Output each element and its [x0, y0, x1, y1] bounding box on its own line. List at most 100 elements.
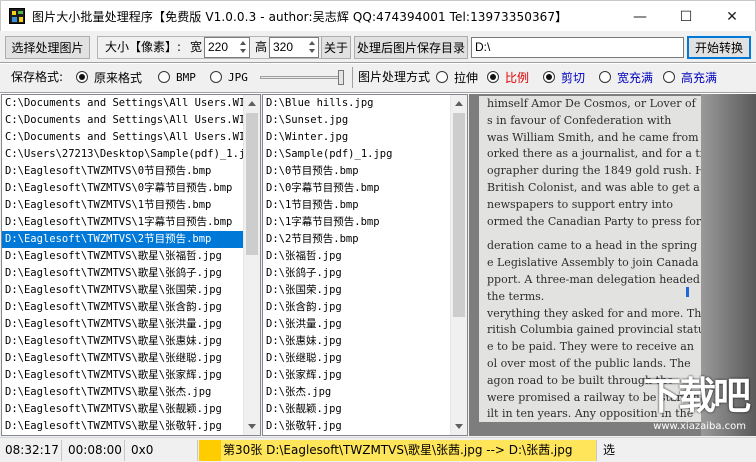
- width-spinner-icon[interactable]: [238, 40, 248, 55]
- list-item[interactable]: D:\Eaglesoft\TWZMTVS\歌星\张杰.jpg: [2, 384, 245, 401]
- list-item[interactable]: D:\张洪量.jpg: [263, 316, 452, 333]
- scroll-down-icon[interactable]: [248, 424, 256, 429]
- watermark-logo: 下载吧 www.xiazaiba.com: [642, 374, 751, 432]
- list-item[interactable]: C:\Documents and Settings\All Users.WINI: [2, 112, 245, 129]
- close-button[interactable]: ✕: [709, 1, 755, 32]
- preview-text-line: was William Smith, and he came from: [487, 130, 699, 144]
- format-bmp-radio[interactable]: BMP: [158, 68, 196, 86]
- list-item[interactable]: D:\2节目预告.bmp: [263, 231, 452, 248]
- list-item[interactable]: D:\Eaglesoft\TWZMTVS\歌星\张福哲.jpg: [2, 248, 245, 265]
- list-item[interactable]: D:\Eaglesoft\TWZMTVS\歌星\张鸽子.jpg: [2, 265, 245, 282]
- scroll-thumb[interactable]: [246, 113, 258, 255]
- list-item[interactable]: D:\张福哲.jpg: [263, 248, 452, 265]
- preview-text-line: pport. A three-man delegation headed off: [487, 272, 709, 286]
- size-label: 大小【像素】:: [105, 40, 182, 54]
- save-directory-button[interactable]: 处理后图片保存目录: [354, 36, 468, 59]
- list-item[interactable]: D:\Eaglesoft\TWZMTVS\歌星\张家辉.jpg: [2, 367, 245, 384]
- list-item[interactable]: D:\1节目预告.bmp: [263, 197, 452, 214]
- list-item[interactable]: C:\Documents and Settings\All Users.WINI: [2, 95, 245, 112]
- radio-unchecked-icon: [158, 71, 170, 83]
- mode-fill-height-radio[interactable]: 高充满: [663, 68, 717, 86]
- list-item[interactable]: D:\Eaglesoft\TWZMTVS\0字幕节目预告.bmp: [2, 180, 245, 197]
- list-item[interactable]: D:\张鸽子.jpg: [263, 265, 452, 282]
- mode-fill-width-radio[interactable]: 宽充满: [599, 68, 653, 86]
- list-item[interactable]: D:\Sample(pdf)_1.jpg: [263, 146, 452, 163]
- height-spinner-icon[interactable]: [307, 40, 317, 55]
- status-duration: 00:08:00: [63, 440, 125, 461]
- start-convert-button[interactable]: 开始转换: [687, 36, 751, 59]
- app-icon: [9, 8, 25, 24]
- list-item[interactable]: C:\Users\27213\Desktop\Sample(pdf)_1.jpg: [2, 146, 245, 163]
- slider-thumb[interactable]: [338, 70, 344, 85]
- scroll-thumb[interactable]: [453, 113, 465, 317]
- list-item[interactable]: D:\1字幕节目预告.bmp: [263, 214, 452, 231]
- list-item[interactable]: D:\张继聪.jpg: [263, 350, 452, 367]
- scroll-down-icon[interactable]: [455, 424, 463, 429]
- maximize-button[interactable]: ☐: [663, 1, 709, 32]
- list-item[interactable]: D:\张国荣.jpg: [263, 282, 452, 299]
- status-extra: 选: [603, 443, 616, 457]
- status-code: 0x0: [126, 440, 198, 461]
- list-item[interactable]: D:\张含韵.jpg: [263, 299, 452, 316]
- list-item[interactable]: D:\张敬轩.jpg: [263, 418, 452, 435]
- preview-text-line: deration came to a head in the spring of: [487, 239, 709, 253]
- list-item[interactable]: D:\Eaglesoft\TWZMTVS\2节目预告.bmp: [2, 231, 245, 248]
- list-item[interactable]: D:\Winter.jpg: [263, 129, 452, 146]
- preview-text-line: verything they asked for and more. The: [487, 306, 708, 320]
- list-item[interactable]: D:\Eaglesoft\TWZMTVS\1字幕节目预告.bmp: [2, 214, 245, 231]
- radio-unchecked-icon: [210, 71, 222, 83]
- radio-checked-icon: [487, 71, 499, 83]
- preview-text-line: e to be paid. They were to receive an: [487, 340, 694, 354]
- status-time: 08:32:17: [0, 440, 62, 461]
- list-item[interactable]: D:\Eaglesoft\TWZMTVS\歌星\张洪量.jpg: [2, 316, 245, 333]
- width-label: 宽: [190, 40, 203, 54]
- list-item[interactable]: D:\张杰.jpg: [263, 384, 452, 401]
- window-title: 图片大小批量处理程序【免费版 V1.0.0.3 - author:吴志辉 QQ:…: [32, 9, 568, 24]
- save-directory-input[interactable]: D:\: [471, 37, 684, 58]
- radio-checked-icon: [76, 71, 88, 83]
- status-progress: 第30张 D:\Eaglesoft\TWZMTVS\歌星\张茜.jpg --> …: [199, 440, 597, 461]
- radio-unchecked-icon: [663, 71, 675, 83]
- list-item[interactable]: D:\Eaglesoft\TWZMTVS\1节目预告.bmp: [2, 197, 245, 214]
- scroll-up-icon[interactable]: [248, 101, 256, 106]
- format-jpg-radio[interactable]: JPG: [210, 68, 248, 86]
- format-original-radio[interactable]: 原来格式: [76, 68, 142, 86]
- about-button[interactable]: 关于: [321, 36, 351, 59]
- scroll-up-icon[interactable]: [455, 101, 463, 106]
- list-item[interactable]: D:\Eaglesoft\TWZMTVS\歌星\张敬轩.jpg: [2, 418, 245, 435]
- progress-indicator: [199, 440, 221, 461]
- source-file-list[interactable]: C:\Documents and Settings\All Users.WINI…: [1, 94, 261, 436]
- list-item[interactable]: D:\Eaglesoft\TWZMTVS\歌星\张惠妹.jpg: [2, 333, 245, 350]
- list-item[interactable]: D:\张靓颖.jpg: [263, 401, 452, 418]
- height-input[interactable]: 320: [269, 37, 319, 58]
- list-item[interactable]: D:\张惠妹.jpg: [263, 333, 452, 350]
- output-file-list[interactable]: D:\Blue hills.jpg D:\Sunset.jpg D:\Winter.…: [262, 94, 468, 436]
- select-images-button[interactable]: 选择处理图片: [5, 36, 90, 59]
- list-item[interactable]: D:\Eaglesoft\TWZMTVS\0节目预告.bmp: [2, 163, 245, 180]
- preview-text-line: s in favour of Confederation with: [487, 113, 672, 127]
- list-item[interactable]: D:\Eaglesoft\TWZMTVS\歌星\张继聪.jpg: [2, 350, 245, 367]
- mode-ratio-radio[interactable]: 比例: [487, 68, 529, 86]
- list-item[interactable]: D:\0字幕节目预告.bmp: [263, 180, 452, 197]
- preview-text-line: orked there as a journalist, and for a t…: [487, 147, 709, 161]
- output-list-scrollbar[interactable]: [450, 95, 467, 435]
- mode-stretch-radio[interactable]: 拉伸: [436, 68, 478, 86]
- source-list-scrollbar[interactable]: [243, 95, 260, 435]
- list-item[interactable]: D:\Sunset.jpg: [263, 112, 452, 129]
- preview-text-line: ol over most of the public lands. The: [487, 356, 691, 370]
- list-item[interactable]: D:\Eaglesoft\TWZMTVS\歌星\张含韵.jpg: [2, 299, 245, 316]
- list-item[interactable]: D:\Blue hills.jpg: [263, 95, 452, 112]
- list-item[interactable]: D:\0节目预告.bmp: [263, 163, 452, 180]
- mode-crop-radio[interactable]: 剪切: [543, 68, 585, 86]
- save-format-label: 保存格式:: [11, 70, 64, 84]
- width-input[interactable]: 220: [204, 37, 250, 58]
- list-item[interactable]: D:\张家辉.jpg: [263, 367, 452, 384]
- list-item[interactable]: C:\Documents and Settings\All Users.WINI: [2, 129, 245, 146]
- preview-text-line: the terms.: [487, 289, 545, 303]
- list-item[interactable]: D:\Eaglesoft\TWZMTVS\歌星\张国荣.jpg: [2, 282, 245, 299]
- minimize-button[interactable]: —: [617, 1, 663, 32]
- radio-unchecked-icon: [599, 71, 611, 83]
- list-item[interactable]: D:\Eaglesoft\TWZMTVS\歌星\张靓颖.jpg: [2, 401, 245, 418]
- preview-text-line: himself Amor De Cosmos, or Lover of: [487, 97, 696, 110]
- quality-slider[interactable]: [256, 69, 346, 85]
